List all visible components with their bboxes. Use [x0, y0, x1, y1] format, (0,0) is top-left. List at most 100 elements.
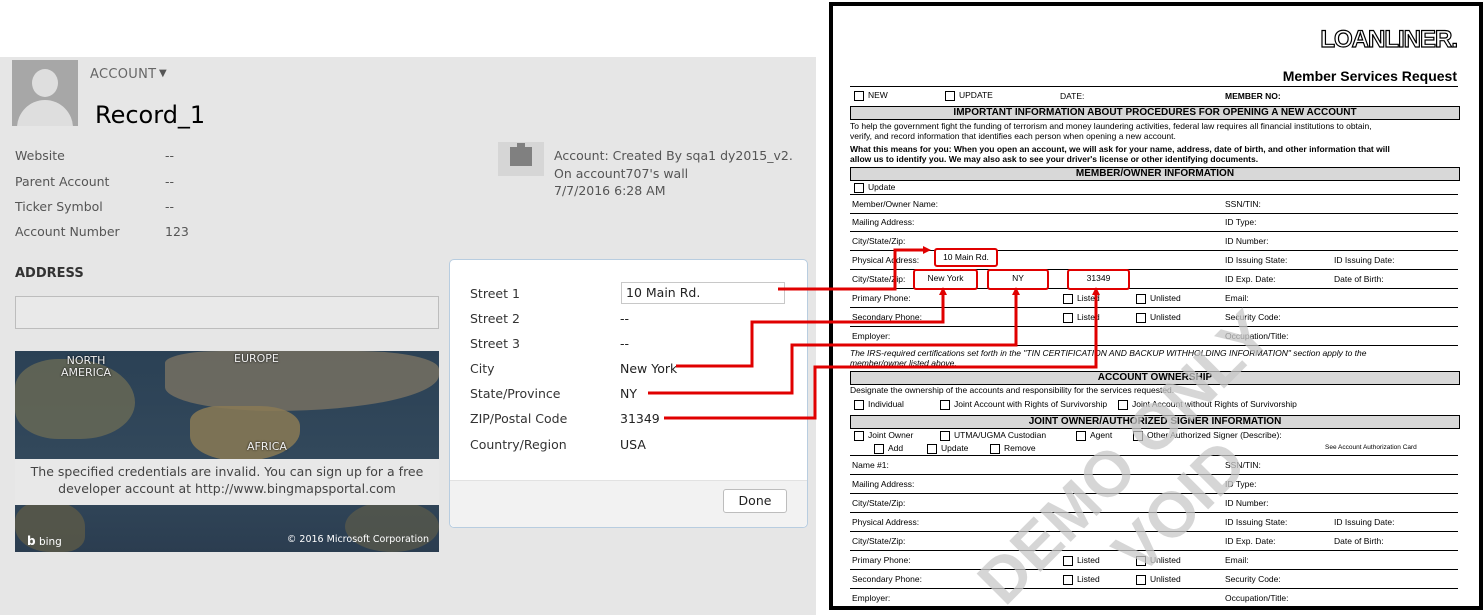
address-flyout: Street 1 10 Main Rd. Street 2 -- Street … — [449, 259, 808, 528]
field-label: Ticker Symbol — [15, 199, 103, 214]
map-credentials-message: The specified credentials are invalid. Y… — [15, 459, 439, 505]
address-label: State/Province — [470, 386, 561, 401]
map-copyright: © 2016 Microsoft Corporation — [286, 534, 429, 545]
activity-timestamp: 7/7/2016 6:28 AM — [554, 183, 666, 198]
address-row-street1: Street 1 — [470, 286, 520, 301]
address-row-city: City New York — [470, 361, 677, 376]
address-value[interactable]: 31349 — [620, 411, 660, 426]
form-label: Physical Address: — [852, 255, 920, 265]
form-label: Email: — [1225, 555, 1249, 565]
bing-map[interactable]: NORTH AMERICA EUROPE AFRICA The specifie… — [15, 351, 439, 552]
highlight-city: New York — [913, 269, 978, 290]
chevron-down-icon[interactable]: ▼ — [159, 68, 167, 79]
listed-checkbox: Listed — [1063, 312, 1100, 323]
form-label: Secondary Phone: — [852, 312, 922, 322]
intro-text: verify, and record information that iden… — [850, 131, 1176, 141]
street1-input[interactable]: 10 Main Rd. — [621, 282, 785, 304]
address-composite-field[interactable] — [15, 296, 439, 329]
form-label: Occupation/Title: — [1225, 593, 1289, 603]
field-value[interactable]: -- — [165, 148, 174, 163]
form-label: City/State/Zip: — [852, 536, 906, 546]
map-label-text: AMERICA — [61, 366, 112, 379]
ownership-text: Designate the ownership of the accounts … — [850, 385, 1175, 395]
activity-line[interactable]: On account707's wall — [554, 165, 793, 183]
done-button[interactable]: Done — [723, 489, 787, 513]
address-value[interactable]: -- — [620, 311, 629, 326]
irs-note: member/owner listed above. — [850, 358, 957, 368]
field-account-number: Account Number 123 — [15, 224, 189, 239]
form-label: ID Issuing Date: — [1334, 517, 1395, 527]
intro-text: What this means for you: When you open a… — [850, 144, 1390, 154]
update-checkbox: UPDATE — [945, 90, 993, 101]
section-header: MEMBER/OWNER INFORMATION — [850, 167, 1460, 181]
form-label: Date of Birth: — [1334, 274, 1384, 284]
address-heading: ADDRESS — [15, 266, 84, 281]
map-message-line: The specified credentials are invalid. Y… — [30, 464, 424, 479]
field-value[interactable]: 123 — [165, 224, 189, 239]
form-label: ID Issuing Date: — [1334, 255, 1395, 265]
form-label: Employer: — [852, 593, 891, 603]
form-label: ID Issuing State: — [1225, 255, 1288, 265]
field-label: Parent Account — [15, 174, 110, 189]
bing-logo-text: bing — [38, 536, 62, 548]
map-landmass — [165, 351, 439, 411]
member-no-label: MEMBER NO: — [1225, 91, 1281, 101]
address-value[interactable]: NY — [620, 386, 637, 401]
highlight-state: NY — [987, 269, 1049, 290]
form-label: Mailing Address: — [852, 479, 915, 489]
listed-checkbox: Listed — [1063, 293, 1100, 304]
address-label: Country/Region — [470, 437, 567, 452]
intro-text: allow us to identify you. We may also as… — [850, 154, 1259, 164]
joint-option: UTMA/UGMA Custodian — [940, 430, 1046, 441]
address-label: Street 3 — [470, 336, 520, 351]
flyout-footer: Done — [450, 480, 807, 527]
unlisted-checkbox: Unlisted — [1136, 312, 1181, 323]
highlight-physical-address: 10 Main Rd. — [934, 248, 998, 267]
field-website: Website -- — [15, 148, 174, 163]
address-label: City — [470, 361, 495, 376]
form-label: City/State/Zip: — [852, 274, 906, 284]
map-message-line: developer account at http://www.bingmaps… — [58, 481, 396, 496]
field-value[interactable]: -- — [165, 199, 174, 214]
address-value[interactable]: -- — [620, 336, 629, 351]
address-row-state: State/Province NY — [470, 386, 637, 401]
field-value[interactable]: -- — [165, 174, 174, 189]
form-label: Name #1: — [852, 460, 889, 470]
intro-text: To help the government fight the funding… — [850, 121, 1372, 131]
section-header: IMPORTANT INFORMATION ABOUT PROCEDURES F… — [850, 106, 1460, 120]
form-label: Physical Address: — [852, 517, 920, 527]
address-row-street2: Street 2 -- — [470, 311, 629, 326]
divider — [850, 213, 1458, 214]
avatar[interactable] — [12, 60, 78, 126]
divider — [850, 307, 1458, 308]
address-label: Street 1 — [470, 286, 520, 301]
form-label: ID Number: — [1225, 236, 1269, 246]
form-label: City/State/Zip: — [852, 236, 906, 246]
divider — [850, 326, 1458, 327]
address-value[interactable]: New York — [620, 361, 677, 376]
ownership-option: Joint Account with Rights of Survivorshi… — [940, 399, 1107, 410]
form-label: Employer: — [852, 331, 891, 341]
field-label: Account Number — [15, 224, 120, 239]
avatar-head — [32, 69, 58, 97]
form-label: ID Exp. Date: — [1225, 274, 1276, 284]
field-label: Website — [15, 148, 65, 163]
address-label: Street 2 — [470, 311, 520, 326]
form-label: ID Type: — [1225, 217, 1257, 227]
see-card-note: See Account Authorization Card — [1325, 444, 1417, 451]
map-label-north-america: NORTH AMERICA — [61, 355, 111, 379]
divider — [850, 194, 1458, 195]
activity-line: Account: Created By sqa1 dy2015_v2. — [554, 148, 793, 163]
joint-option: Joint Owner — [854, 430, 913, 441]
form-label: Member/Owner Name: — [852, 199, 938, 209]
form-label: ID Exp. Date: — [1225, 536, 1276, 546]
address-row-country: Country/Region USA — [470, 437, 646, 452]
unlisted-checkbox: Unlisted — [1136, 293, 1181, 304]
address-value[interactable]: USA — [620, 437, 646, 452]
ownership-option: Individual — [854, 399, 904, 410]
form-label: Security Code: — [1225, 574, 1281, 584]
entity-menu-label[interactable]: ACCOUNT — [90, 67, 156, 82]
listed-checkbox: Listed — [1063, 574, 1100, 585]
joint-option: Update — [927, 443, 968, 454]
form-label: City/State/Zip: — [852, 498, 906, 508]
